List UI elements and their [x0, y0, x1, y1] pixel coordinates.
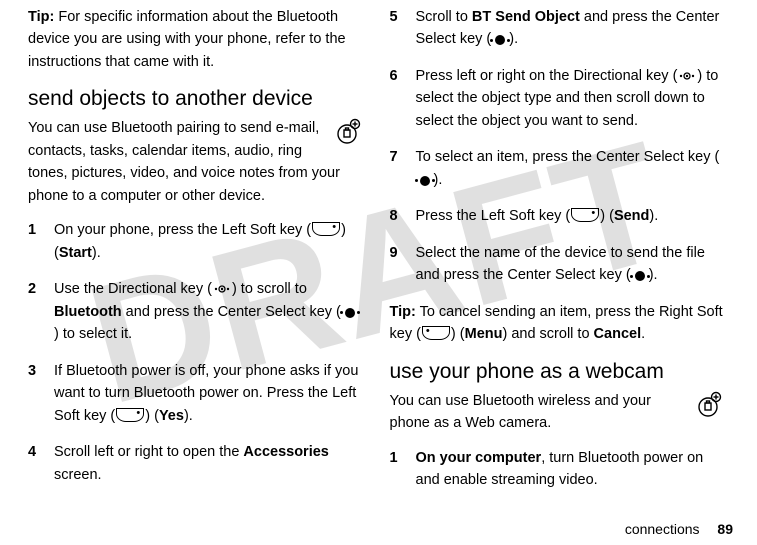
section-heading-send-objects: send objects to another device [28, 87, 362, 111]
step-4: 4 Scroll left or right to open the Acces… [28, 441, 362, 486]
step-9: 9 Select the name of the device to send … [390, 242, 724, 287]
center-select-key-icon [345, 308, 355, 318]
on-your-computer: On your computer [416, 450, 542, 466]
accessories-label: Accessories [243, 444, 328, 460]
tip-cancel: Tip: To cancel sending an item, press th… [390, 301, 724, 346]
step-8: 8 Press the Left Soft key () (Send). [390, 205, 724, 227]
left-softkey-icon [571, 208, 599, 222]
step-text: Press left or right on the Directional k… [416, 65, 724, 132]
step-text: On your computer, turn Bluetooth power o… [416, 447, 724, 492]
webcam-intro: You can use Bluetooth wireless and your … [390, 390, 724, 435]
tip-paragraph: Tip: For specific information about the … [28, 6, 362, 73]
step-text: Press the Left Soft key () (Send). [416, 205, 724, 227]
left-softkey-icon [312, 222, 340, 236]
right-column: 5 Scroll to BT Send Object and press the… [376, 6, 738, 535]
step-text: Use the Directional key () to scroll to … [54, 278, 362, 345]
send-objects-intro: You can use Bluetooth pairing to send e-… [28, 117, 362, 207]
center-select-key-icon [635, 271, 645, 281]
tip-text: For specific information about the Bluet… [28, 9, 346, 70]
step-5: 5 Scroll to BT Send Object and press the… [390, 6, 724, 51]
tip-label: Tip: [390, 304, 416, 320]
right-softkey-icon [422, 326, 450, 340]
step-num: 6 [390, 65, 416, 132]
bt-send-object-label: BT Send Object [472, 9, 580, 25]
bluetooth-feature-icon [693, 390, 723, 425]
left-softkey-icon [116, 408, 144, 422]
step-text: On your phone, press the Left Soft key (… [54, 219, 362, 264]
tip-label: Tip: [28, 9, 54, 25]
step-2: 2 Use the Directional key () to scroll t… [28, 278, 362, 345]
webcam-step-1: 1 On your computer, turn Bluetooth power… [390, 447, 724, 492]
step-num: 5 [390, 6, 416, 51]
left-column: Tip: For specific information about the … [14, 6, 376, 535]
step-text: To select an item, press the Center Sele… [416, 146, 724, 191]
step-7: 7 To select an item, press the Center Se… [390, 146, 724, 191]
page-content: Tip: For specific information about the … [0, 0, 757, 545]
step-text: If Bluetooth power is off, your phone as… [54, 360, 362, 427]
center-select-key-icon [495, 35, 505, 45]
step-num: 2 [28, 278, 54, 345]
step-3: 3 If Bluetooth power is off, your phone … [28, 360, 362, 427]
step-num: 3 [28, 360, 54, 427]
center-select-key-icon [420, 176, 430, 186]
step-6: 6 Press left or right on the Directional… [390, 65, 724, 132]
step-text: Scroll to BT Send Object and press the C… [416, 6, 724, 51]
directional-key-icon [678, 69, 696, 83]
step-num: 1 [28, 219, 54, 264]
bluetooth-feature-icon [332, 117, 362, 152]
step-num: 1 [390, 447, 416, 492]
bluetooth-label: Bluetooth [54, 304, 122, 320]
step-num: 4 [28, 441, 54, 486]
step-1: 1 On your phone, press the Left Soft key… [28, 219, 362, 264]
step-num: 8 [390, 205, 416, 227]
send-label: Send [614, 208, 649, 224]
directional-key-icon [213, 282, 231, 296]
section-heading-webcam: use your phone as a webcam [390, 360, 724, 384]
start-label: Start [59, 245, 92, 261]
step-text: Select the name of the device to send th… [416, 242, 724, 287]
yes-label: Yes [159, 408, 184, 424]
step-num: 7 [390, 146, 416, 191]
step-num: 9 [390, 242, 416, 287]
cancel-label: Cancel [594, 326, 642, 342]
menu-label: Menu [465, 326, 503, 342]
step-text: Scroll left or right to open the Accesso… [54, 441, 362, 486]
